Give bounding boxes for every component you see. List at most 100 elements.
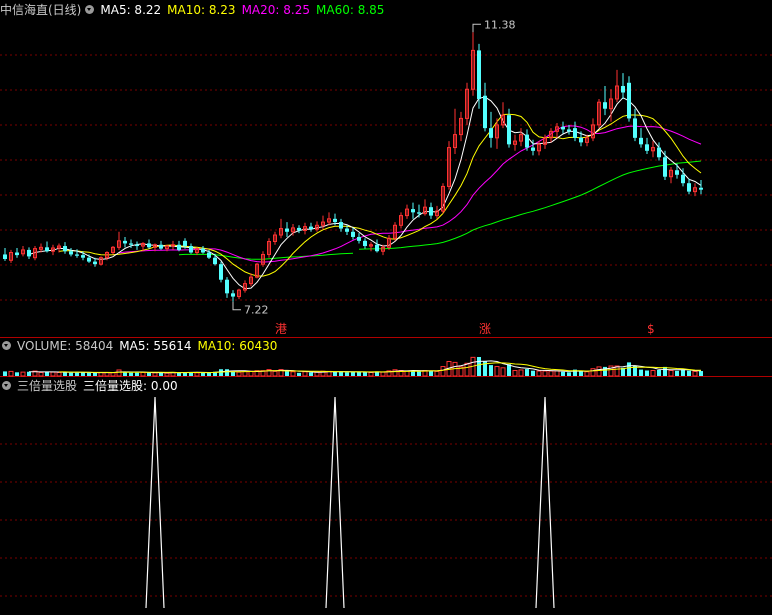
volume-bar bbox=[440, 366, 446, 377]
volume-bar bbox=[272, 370, 278, 377]
volume-bar bbox=[152, 372, 158, 377]
volume-bar bbox=[15, 372, 19, 376]
candle-down bbox=[663, 157, 667, 177]
volume-bar bbox=[164, 372, 170, 377]
candle-down bbox=[159, 244, 163, 249]
volume-bar bbox=[477, 357, 481, 376]
stock-chart-window: 11.38 7.22 港 涨 $ 中信海直(日线) MA5: 8.22 MA10: 8.23… bbox=[0, 0, 772, 611]
candle-down bbox=[45, 247, 49, 252]
candle-down bbox=[207, 252, 211, 258]
volume-bar bbox=[285, 370, 289, 376]
volume-bar bbox=[290, 371, 296, 377]
volume-bar bbox=[38, 371, 44, 377]
price-panel-header: 中信海直(日线) MA5: 8.22 MA10: 8.23 MA20: 8.25 MA6… bbox=[0, 1, 390, 19]
volume-bar bbox=[50, 371, 56, 377]
ma60-label: MA60: 8.85 bbox=[316, 3, 385, 17]
volume-bar bbox=[135, 372, 139, 376]
volume-bar bbox=[87, 372, 91, 376]
indicator-spike bbox=[325, 396, 345, 609]
candle-down bbox=[81, 255, 85, 258]
candle-down bbox=[129, 243, 133, 245]
volume-bar bbox=[194, 372, 200, 377]
volume-bar bbox=[699, 371, 703, 376]
volume-bar bbox=[380, 371, 386, 377]
volume-bar bbox=[584, 371, 590, 377]
volume-panel-header: VOLUME: 58404 MA5: 55614 MA10: 60430 bbox=[0, 337, 283, 355]
candle-down bbox=[657, 147, 661, 158]
volume-bar bbox=[645, 370, 649, 376]
candle-down bbox=[561, 126, 565, 130]
high-marker bbox=[472, 23, 481, 33]
candle-down bbox=[627, 82, 631, 119]
candle-down bbox=[483, 95, 487, 129]
candle-down bbox=[645, 144, 649, 151]
ma5-line bbox=[28, 96, 702, 290]
volume-bar bbox=[518, 369, 524, 377]
volume-bar bbox=[314, 371, 320, 377]
volume-bar bbox=[639, 369, 643, 376]
candle-down bbox=[411, 209, 415, 213]
volume-bar bbox=[650, 370, 656, 377]
volume-bar bbox=[302, 371, 308, 377]
volume-bar bbox=[236, 371, 242, 377]
volume-bar bbox=[140, 371, 146, 377]
ma60-line bbox=[358, 160, 702, 250]
volume-bar bbox=[69, 372, 73, 376]
ma10-label: MA10: 8.23 bbox=[167, 3, 236, 17]
volume-bar bbox=[494, 366, 500, 377]
candle-down bbox=[699, 187, 703, 190]
volume-bar bbox=[603, 366, 607, 376]
candle-down bbox=[213, 257, 217, 265]
volume-bar bbox=[567, 372, 571, 376]
candle-down bbox=[345, 228, 349, 232]
volume-bar bbox=[357, 372, 361, 376]
indicator-settings-icon[interactable] bbox=[2, 381, 11, 390]
high-price-label: 11.38 bbox=[484, 18, 516, 31]
candle-down bbox=[531, 147, 535, 151]
volume-ma10-label: MA10: 60430 bbox=[197, 339, 278, 353]
candle-down bbox=[75, 254, 79, 256]
candle-down bbox=[375, 244, 379, 252]
volume-bar bbox=[368, 371, 374, 377]
candle-down bbox=[297, 227, 301, 231]
candle-down bbox=[63, 246, 67, 252]
volume-bar bbox=[464, 362, 470, 377]
indicator-name[interactable]: 三倍量选股 bbox=[17, 379, 77, 393]
candle-down bbox=[177, 244, 181, 250]
volume-bar bbox=[297, 372, 301, 376]
volume-bar bbox=[333, 371, 337, 376]
volume-bar bbox=[345, 372, 349, 376]
volume-bar bbox=[242, 371, 248, 377]
volume-bar bbox=[536, 370, 542, 377]
candle-down bbox=[135, 244, 139, 247]
volume-ma5-label: MA5: 55614 bbox=[119, 339, 192, 353]
candle-down bbox=[69, 251, 73, 255]
volume-settings-icon[interactable] bbox=[2, 341, 11, 350]
candle-down bbox=[567, 129, 571, 132]
ma60-line bbox=[178, 252, 354, 260]
candle-down bbox=[633, 118, 637, 138]
candle-down bbox=[147, 243, 151, 248]
candle-down bbox=[507, 115, 511, 145]
volume-bar bbox=[512, 370, 518, 377]
candle-down bbox=[231, 293, 235, 297]
candle-down bbox=[681, 174, 685, 184]
volume-bar bbox=[45, 371, 49, 376]
candle-down bbox=[675, 170, 679, 175]
volume-bar bbox=[687, 370, 691, 376]
event-marker: $ bbox=[647, 322, 655, 336]
low-price-label: 7.22 bbox=[244, 304, 269, 317]
volume-bar bbox=[627, 362, 631, 376]
volume-bar bbox=[434, 370, 440, 377]
candle-down bbox=[93, 261, 97, 265]
settings-dropdown-icon[interactable] bbox=[85, 5, 95, 14]
indicator-panel-header: 三倍量选股 三倍量选股: 0.00 bbox=[0, 377, 184, 395]
volume-bar bbox=[129, 372, 133, 376]
volume-bar bbox=[590, 368, 596, 377]
volume-bar bbox=[56, 371, 62, 377]
volume-bar bbox=[531, 370, 535, 376]
volume-bar bbox=[75, 372, 79, 376]
stock-name[interactable]: 中信海直(日线) bbox=[0, 3, 81, 17]
indicator-spike bbox=[145, 396, 165, 609]
candle-down bbox=[351, 231, 355, 237]
